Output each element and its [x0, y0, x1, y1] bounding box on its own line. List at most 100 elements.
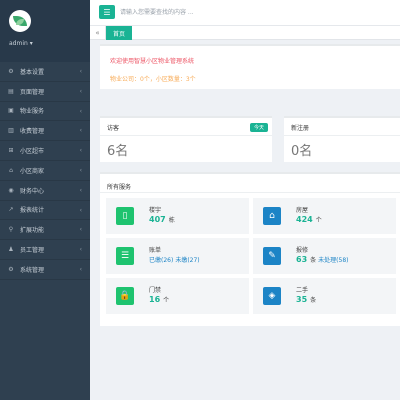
- service-tile-building[interactable]: ▯ 楼宇 407 栋: [106, 198, 249, 234]
- sidebar-item-fee-management[interactable]: ▥ 收费管理 ‹: [0, 121, 90, 142]
- service-value: 已缴(26) 未缴(27): [149, 255, 200, 264]
- service-value: 424 个: [296, 215, 322, 224]
- chevron-left-icon: ‹: [79, 166, 82, 174]
- sidebar-item-finance[interactable]: ◉ 财务中心 ‹: [0, 181, 90, 201]
- service-value: 16 个: [149, 295, 169, 304]
- service-tile-repair[interactable]: ✎ 报修 63 条未处理(58): [253, 238, 396, 274]
- sidebar-item-staff[interactable]: ♟ 员工管理 ‹: [0, 240, 90, 260]
- bill-list-icon: ☰: [116, 247, 134, 265]
- sidebar-item-property-service[interactable]: ▣ 物业服务 ‹: [0, 102, 90, 122]
- chevron-left-icon: ‹: [79, 186, 82, 194]
- service-unit: 条: [310, 257, 317, 264]
- sidebar-item-label: 报表统计: [20, 207, 45, 215]
- divider: [100, 135, 272, 136]
- box-icon: ◈: [263, 287, 281, 305]
- registrations-label: 新注册: [291, 125, 310, 132]
- sidebar-item-market[interactable]: ⊞ 小区超市 ‹: [0, 141, 90, 161]
- tab-scroll-left-button[interactable]: «: [90, 26, 106, 40]
- service-name: 楼宇: [149, 207, 162, 214]
- service-count: 63: [296, 255, 308, 264]
- sidebar-item-label: 基本设置: [20, 68, 45, 76]
- sidebar-item-page-management[interactable]: ▤ 页面管理 ‹: [0, 82, 90, 102]
- service-unit: 个: [163, 297, 170, 304]
- visitors-label: 访客: [107, 125, 120, 132]
- service-value: 63 条未处理(58): [296, 255, 348, 264]
- top-navbar: ☰: [90, 0, 400, 26]
- service-tile-bill[interactable]: ☰ 账单 已缴(26) 未缴(27): [106, 238, 249, 274]
- divider: [284, 135, 400, 136]
- service-name: 房屋: [296, 207, 309, 214]
- sidebar-item-label: 财务中心: [20, 187, 45, 195]
- tab-bar: « 首页: [90, 26, 400, 40]
- chevron-left-icon: ‹: [79, 68, 82, 75]
- service-unit: 栋: [168, 217, 175, 224]
- user-menu[interactable]: admin ▾: [9, 40, 33, 47]
- service-count: 407: [149, 215, 166, 224]
- sidebar-item-basic-settings[interactable]: ⚙ 基本设置 ‹: [0, 62, 90, 82]
- chevron-left-icon: ‹: [79, 127, 82, 135]
- registrations-card: 新注册 0名: [284, 116, 400, 162]
- menu-toggle-button[interactable]: ☰: [99, 5, 115, 19]
- bill-unpaid-link[interactable]: 未缴(27): [175, 257, 199, 264]
- staff-icon: ♟: [8, 246, 14, 254]
- chevron-left-icon: ‹: [79, 226, 82, 234]
- service-count: 16: [149, 295, 161, 304]
- service-value: 407 栋: [149, 215, 175, 224]
- chevron-left-icon: ‹: [79, 147, 82, 155]
- sidebar-item-label: 员工管理: [20, 247, 45, 255]
- logo: [9, 10, 31, 32]
- welcome-summary: 物业公司：0个，小区数量：3个: [110, 76, 196, 83]
- building-icon: ▯: [116, 207, 134, 225]
- visitors-count: 6名: [107, 144, 129, 159]
- service-name: 门禁: [149, 287, 162, 294]
- chevron-left-icon: ‹: [79, 265, 82, 273]
- sidebar-item-extensions[interactable]: ⚲ 扩展功能 ‹: [0, 220, 90, 241]
- chevron-left-icon: ‹: [79, 206, 82, 214]
- sidebar: admin ▾ ⚙ 基本设置 ‹ ▤ 页面管理 ‹ ▣ 物业服务 ‹ ▥ 收费管…: [0, 0, 90, 400]
- sidebar-menu: ⚙ 基本设置 ‹ ▤ 页面管理 ‹ ▣ 物业服务 ‹ ▥ 收费管理 ‹ ⊞ 小区…: [0, 62, 90, 280]
- sidebar-item-reports[interactable]: ↗ 报表统计 ‹: [0, 201, 90, 221]
- sidebar-item-label: 系统管理: [20, 266, 45, 274]
- sidebar-item-merchants[interactable]: ⌂ 小区商家 ‹: [0, 161, 90, 181]
- sidebar-item-label: 收费管理: [20, 128, 45, 136]
- service-name: 账单: [149, 247, 162, 254]
- welcome-panel: 欢迎使用智慧小区物业管理系统 物业公司：0个，小区数量：3个: [100, 44, 400, 89]
- service-unit: 条: [310, 297, 317, 304]
- service-count: 35: [296, 295, 308, 304]
- sidebar-item-label: 页面管理: [20, 88, 45, 96]
- house-icon: ⌂: [263, 207, 281, 225]
- service-count: 424: [296, 215, 313, 224]
- sidebar-item-label: 小区超市: [20, 148, 45, 156]
- service-tile-house[interactable]: ⌂ 房屋 424 个: [253, 198, 396, 234]
- services-title: 所有服务: [107, 184, 132, 191]
- sidebar-item-label: 物业服务: [20, 108, 45, 116]
- market-icon: ⊞: [8, 147, 14, 155]
- divider: [100, 192, 400, 193]
- service-unit: 个: [315, 217, 322, 224]
- shop-icon: ⌂: [9, 166, 13, 174]
- chevron-left-icon: ‹: [79, 246, 82, 254]
- system-icon: ⚙: [8, 265, 14, 273]
- sidebar-item-system[interactable]: ⚙ 系统管理 ‹: [0, 260, 90, 280]
- extend-icon: ⚲: [8, 226, 14, 234]
- registrations-count: 0名: [291, 144, 313, 159]
- wrench-icon: ✎: [263, 247, 281, 265]
- bill-paid-link[interactable]: 已缴(26): [149, 257, 173, 264]
- chevron-left-icon: ‹: [79, 107, 82, 115]
- hamburger-icon: ☰: [103, 7, 111, 17]
- sidebar-item-label: 扩展功能: [20, 227, 45, 235]
- chart-icon: ↗: [8, 206, 14, 214]
- tab-home[interactable]: 首页: [106, 26, 132, 40]
- lock-icon: 🔒: [116, 287, 134, 305]
- search-input[interactable]: [120, 5, 300, 19]
- today-badge: 今天: [249, 123, 268, 132]
- services-panel: 所有服务 ▯ 楼宇 407 栋 ⌂ 房屋 424 个 ☰ 账单 已缴(26) 未缴(2…: [100, 172, 400, 326]
- service-name: 报修: [296, 247, 309, 254]
- repair-unprocessed-link[interactable]: 未处理(58): [318, 257, 348, 264]
- service-tile-access[interactable]: 🔒 门禁 16 个: [106, 278, 249, 314]
- finance-icon: ◉: [8, 186, 14, 194]
- service-value: 35 条: [296, 295, 316, 304]
- visitors-card: 访客 今天 6名: [100, 116, 272, 162]
- service-tile-secondhand[interactable]: ◈ 二手 35 条: [253, 278, 396, 314]
- chevron-left-icon: ‹: [79, 87, 82, 95]
